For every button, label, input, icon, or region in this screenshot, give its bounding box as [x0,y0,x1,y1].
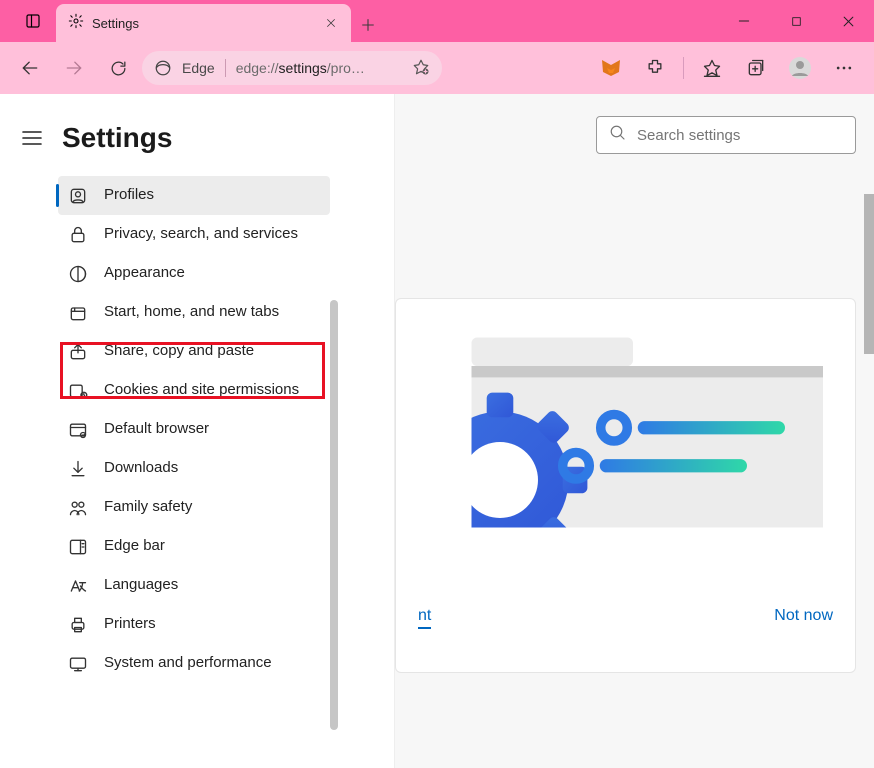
browser-icon [68,420,88,440]
nav-languages[interactable]: Languages [58,566,330,605]
forward-button [54,48,94,88]
nav-profiles[interactable]: Profiles [58,176,330,215]
profile-avatar-button[interactable] [780,48,820,88]
favorite-icon[interactable] [412,58,430,79]
window-minimize-button[interactable] [718,0,770,42]
appearance-icon [68,264,88,284]
card-link-left[interactable]: nt [418,607,431,629]
profile-card: nt Not now [395,298,856,673]
browser-tab-settings[interactable]: Settings [56,4,351,42]
edge-logo-icon [154,59,172,77]
profile-illustration [443,321,823,601]
separator [683,57,684,79]
gear-icon [68,13,84,34]
page-title: Settings [62,122,172,154]
nav-appearance[interactable]: Appearance [58,254,330,293]
back-button[interactable] [10,48,50,88]
content-scrollbar[interactable] [864,194,874,354]
nav-printers[interactable]: Printers [58,605,330,644]
more-menu-button[interactable] [824,48,864,88]
settings-nav-scrollbar[interactable] [330,300,338,730]
collections-button[interactable] [736,48,776,88]
address-bar[interactable]: Edge edge://settings/pro… [142,51,442,85]
nav-start-home[interactable]: Start, home, and new tabs [58,293,330,332]
system-icon [68,654,88,674]
nav-family[interactable]: Family safety [58,488,330,527]
separator [225,59,226,77]
tab-title: Settings [92,16,315,31]
url-text: edge://settings/pro… [236,60,365,76]
edgebar-icon [68,537,88,557]
extension-metamask-icon[interactable] [591,48,631,88]
search-icon [609,124,627,147]
extensions-button[interactable] [635,48,675,88]
family-icon [68,498,88,518]
nav-default-browser[interactable]: Default browser [58,410,330,449]
tabs-icon [68,303,88,323]
close-tab-icon[interactable] [323,15,339,31]
printer-icon [68,615,88,635]
language-icon [68,576,88,596]
refresh-button[interactable] [98,48,138,88]
new-tab-button[interactable] [351,8,385,42]
profile-icon [68,186,88,206]
search-input[interactable] [637,127,843,144]
nav-edge-bar[interactable]: Edge bar [58,527,330,566]
highlight-annotation [60,342,325,399]
tab-actions-icon[interactable] [10,0,56,42]
edge-label: Edge [182,60,215,76]
window-close-button[interactable] [822,0,874,42]
nav-privacy[interactable]: Privacy, search, and services [58,215,330,254]
favorites-button[interactable] [692,48,732,88]
nav-downloads[interactable]: Downloads [58,449,330,488]
download-icon [68,459,88,479]
card-link-not-now[interactable]: Not now [774,607,833,629]
hamburger-menu-button[interactable] [20,126,44,150]
settings-nav: Profiles Privacy, search, and services A… [58,176,330,683]
lock-icon [68,225,88,245]
search-settings[interactable] [596,116,856,154]
nav-system[interactable]: System and performance [58,644,330,683]
window-maximize-button[interactable] [770,0,822,42]
